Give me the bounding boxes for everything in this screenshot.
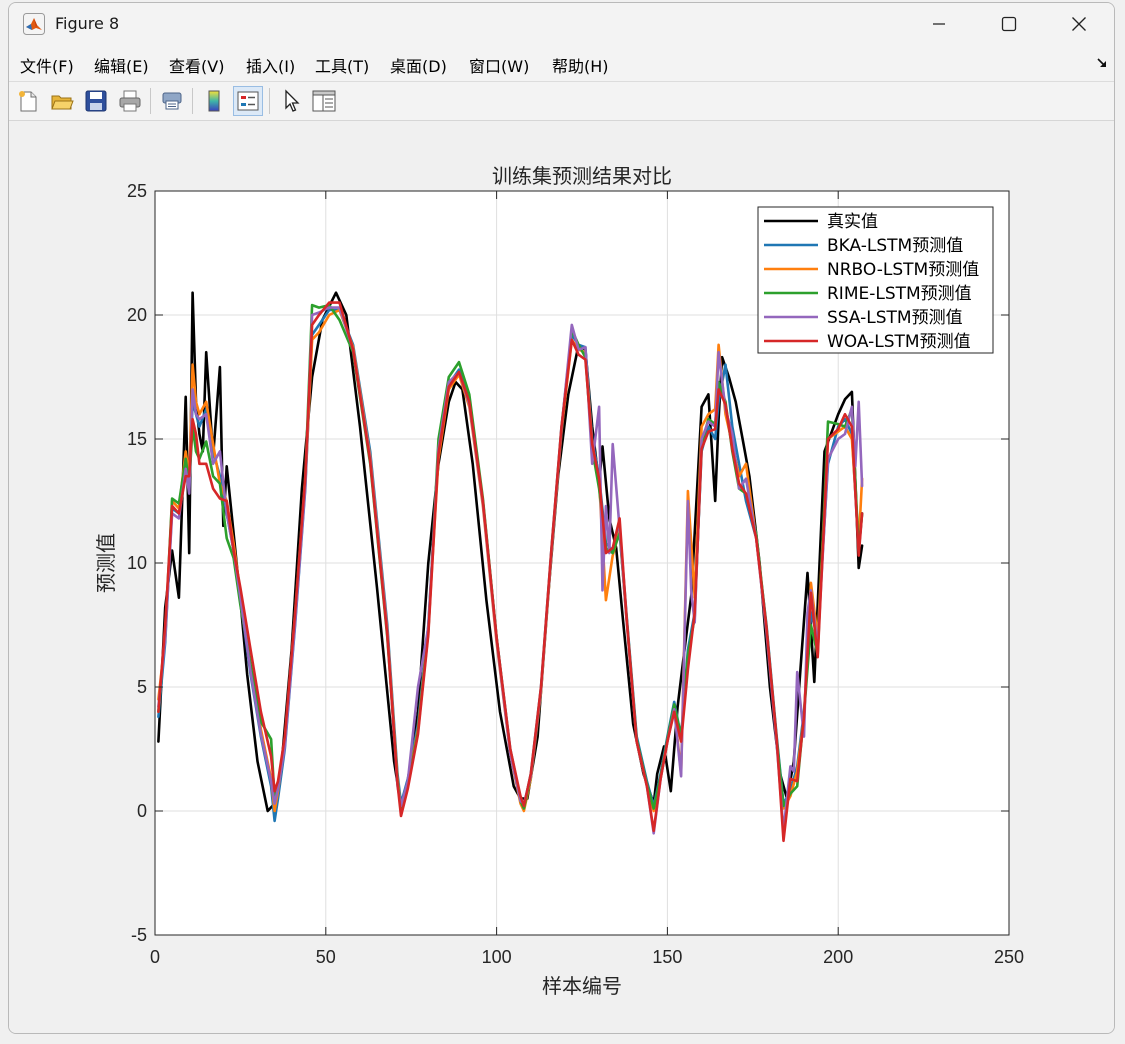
dock-figure-icon[interactable]: [1096, 57, 1108, 69]
legend-label-nrbo: NRBO-LSTM预测值: [827, 260, 979, 280]
toolbar-separator: [192, 88, 193, 114]
menu-view[interactable]: 查看(V): [169, 53, 224, 77]
matlab-logo-icon: [23, 13, 45, 35]
title-bar: Figure 8: [9, 3, 1114, 45]
save-button[interactable]: [81, 86, 111, 116]
insert-legend-button[interactable]: [233, 86, 263, 116]
legend-label-woa: WOA-LSTM预测值: [827, 332, 971, 352]
open-file-icon: [51, 95, 74, 110]
window-title: Figure 8: [55, 14, 120, 33]
y-tick-label: 20: [127, 305, 147, 325]
print-preview-button[interactable]: [157, 86, 187, 116]
menu-file[interactable]: 文件(F): [20, 53, 74, 77]
insert-colorbar-button[interactable]: [199, 86, 229, 116]
menu-help[interactable]: 帮助(H): [552, 53, 609, 77]
x-tick-label: 250: [994, 947, 1024, 967]
y-tick-label: 10: [127, 553, 147, 573]
print-preview-icon: [162, 92, 182, 110]
pointer-icon: [285, 89, 300, 112]
legend[interactable]: 真实值 BKA-LSTM预测值 NRBO-LSTM预测值 RIME-LSTM预测值 SS…: [757, 206, 994, 354]
legend-label-rime: RIME-LSTM预测值: [827, 284, 972, 304]
x-axis-label: 样本编号: [542, 974, 622, 998]
y-axis-label: 预测值: [94, 533, 118, 593]
figure-canvas: 0 50 100 150 200 250 -5 0 5 10 15 20 25 训练集预测结果对比 样本编号…: [9, 121, 1114, 1033]
property-editor-button[interactable]: [309, 86, 339, 116]
maximize-button[interactable]: [974, 3, 1044, 45]
edit-plot-button[interactable]: [277, 86, 307, 116]
print-icon: [119, 90, 141, 112]
print-button[interactable]: [115, 86, 145, 116]
y-tick-label: 0: [137, 801, 147, 821]
y-tick-label: -5: [131, 925, 147, 945]
minimize-button[interactable]: [904, 3, 974, 45]
x-tick-label: 50: [316, 947, 336, 967]
x-tick-label: 150: [652, 947, 682, 967]
y-tick-label: 15: [127, 429, 147, 449]
toolbar-separator: [150, 88, 151, 114]
menu-desktop[interactable]: 桌面(D): [390, 53, 447, 77]
chart-title: 训练集预测结果对比: [492, 164, 672, 188]
toolbar-separator: [269, 88, 270, 114]
property-editor-icon: [312, 90, 336, 112]
menu-tools[interactable]: 工具(T): [315, 53, 369, 77]
minimize-icon: [933, 23, 945, 25]
save-icon: [85, 90, 107, 112]
prediction-comparison-chart[interactable]: 0 50 100 150 200 250-50510152025训练集预测结果对比样本编号…: [9, 121, 1114, 1033]
menu-bar: 文件(F) 编辑(E) 查看(V) 插入(I) 工具(T) 桌面(D) 窗口(W…: [9, 45, 1114, 82]
legend-label-true_value: 真实值: [827, 212, 878, 232]
x-tick-label: 200: [823, 947, 853, 967]
y-tick-label: 25: [127, 181, 147, 201]
colorbar-icon: [208, 90, 220, 112]
menu-edit[interactable]: 编辑(E): [94, 53, 149, 77]
legend-label-bka: BKA-LSTM预测值: [827, 236, 963, 256]
close-icon: [1072, 17, 1086, 31]
menu-window[interactable]: 窗口(W): [469, 53, 529, 77]
x-tick-label: 0: [150, 947, 160, 967]
figure-toolbar: [9, 82, 1114, 121]
menu-insert[interactable]: 插入(I): [246, 53, 295, 77]
y-tick-label: 5: [137, 677, 147, 697]
legend-icon: [237, 91, 259, 111]
x-tick-label: 100: [482, 947, 512, 967]
new-figure-icon: [19, 91, 37, 112]
maximize-icon: [1001, 16, 1017, 32]
legend-label-ssa: SSA-LSTM预测值: [827, 308, 963, 328]
figure-window: Figure 8 文件(F) 编辑(E) 查看(V) 插入(I) 工具(T) 桌…: [8, 2, 1115, 1034]
new-figure-button[interactable]: [13, 86, 43, 116]
close-button[interactable]: [1044, 3, 1114, 45]
open-file-button[interactable]: [47, 86, 77, 116]
